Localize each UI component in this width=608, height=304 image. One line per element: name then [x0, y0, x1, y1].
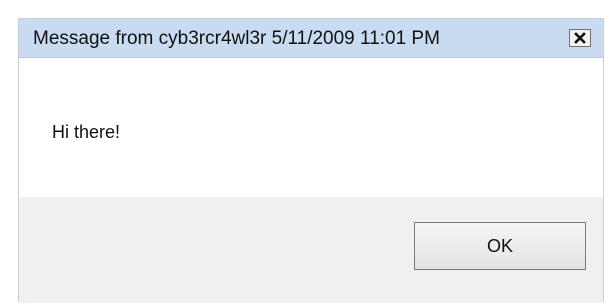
- close-button[interactable]: [569, 29, 591, 47]
- title-bar[interactable]: Message from cyb3rcr4wl3r 5/11/2009 11:0…: [19, 19, 603, 58]
- close-x-icon: [574, 32, 586, 44]
- ok-button[interactable]: OK: [414, 222, 586, 270]
- message-dialog: Message from cyb3rcr4wl3r 5/11/2009 11:0…: [18, 18, 604, 303]
- message-area: Hi there!: [19, 58, 603, 199]
- message-text: Hi there!: [52, 122, 121, 142]
- button-area: OK: [19, 197, 603, 303]
- window-title: Message from cyb3rcr4wl3r 5/11/2009 11:0…: [33, 28, 440, 49]
